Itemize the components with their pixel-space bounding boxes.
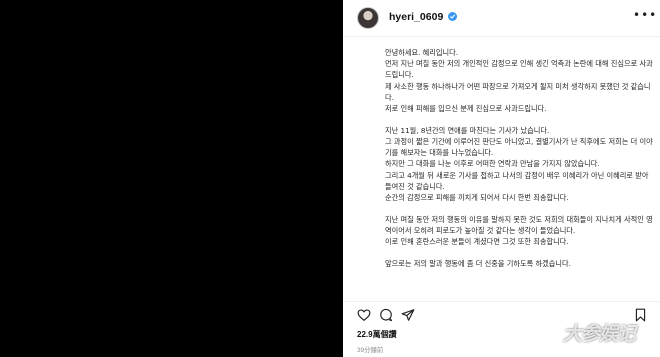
black-background bbox=[0, 0, 343, 357]
verified-badge-icon bbox=[448, 12, 457, 21]
caption-line: 제 사소한 행동 하나하나가 어떤 파장으로 가져오게 될지 미처 생각하지 못… bbox=[385, 81, 651, 102]
caption-line: 하지만 그 대화를 나눈 이후로 어떠한 연락과 만남을 가지지 않았습니다. bbox=[385, 159, 600, 169]
post-header: hyeri_0609 ••• bbox=[343, 0, 660, 36]
caption-line: 먼저 지난 며칠 동안 저의 개인적인 감정으로 인해 생긴 억측과 논란에 대… bbox=[385, 59, 653, 80]
username[interactable]: hyeri_0609 bbox=[389, 11, 443, 23]
watermark: 大参娱记 bbox=[563, 323, 636, 345]
caption-line: 지난 며칠 동안 저의 행동의 이유를 말하지 못한 것도 저희의 대화들이 지… bbox=[385, 214, 653, 235]
caption-gap bbox=[385, 247, 655, 258]
bookmark-icon[interactable] bbox=[634, 307, 647, 326]
caption-line: 앞으로는 저의 말과 행동에 좀 더 신중을 기하도록 하겠습니다. bbox=[385, 258, 571, 268]
post-timestamp: 39分鐘前 bbox=[357, 347, 384, 354]
caption-line: 저로 인해 피해를 입으신 분께 진심으로 사과드립니다. bbox=[385, 104, 547, 114]
caption-line: 이로 인해 혼란스러운 분들이 계셨다면 그것 또한 죄송합니다. bbox=[385, 237, 569, 247]
likes-count[interactable]: 22.9萬個讚 bbox=[357, 329, 397, 340]
header-divider bbox=[343, 36, 660, 37]
comment-icon[interactable] bbox=[379, 307, 393, 326]
share-icon[interactable] bbox=[401, 307, 415, 326]
caption-line: 순간의 감정으로 피해를 끼치게 되어서 다시 한번 죄송합니다. bbox=[385, 192, 569, 202]
post-caption: 안녕하세요. 혜리입니다. 먼저 지난 며칠 동안 저의 개인적인 감정으로 인해… bbox=[385, 47, 655, 269]
caption-line: 그 과정이 짧은 기간에 이루어진 판단도 아니었고, 결별기사가 난 직후에도… bbox=[385, 136, 653, 158]
instagram-post-panel: hyeri_0609 ••• 안녕하세요. 혜리입니다. 먼저 지난 며칠 동안 … bbox=[343, 0, 660, 357]
caption-gap bbox=[385, 114, 655, 125]
avatar[interactable] bbox=[357, 7, 379, 29]
heart-icon[interactable] bbox=[357, 307, 371, 326]
caption-line: 안녕하세요. 혜리입니다. bbox=[385, 48, 458, 57]
caption-line: 지난 11월, 8년간의 연애를 마친다는 기사가 났습니다. bbox=[385, 125, 550, 135]
more-options-icon[interactable]: ••• bbox=[633, 9, 656, 24]
caption-line: 그리고 4개월 뒤 새로운 기사를 접하고 나서의 감정이 배우 이혜리가 아닌… bbox=[385, 170, 649, 191]
actions-divider bbox=[343, 301, 660, 302]
caption-gap bbox=[385, 203, 655, 214]
